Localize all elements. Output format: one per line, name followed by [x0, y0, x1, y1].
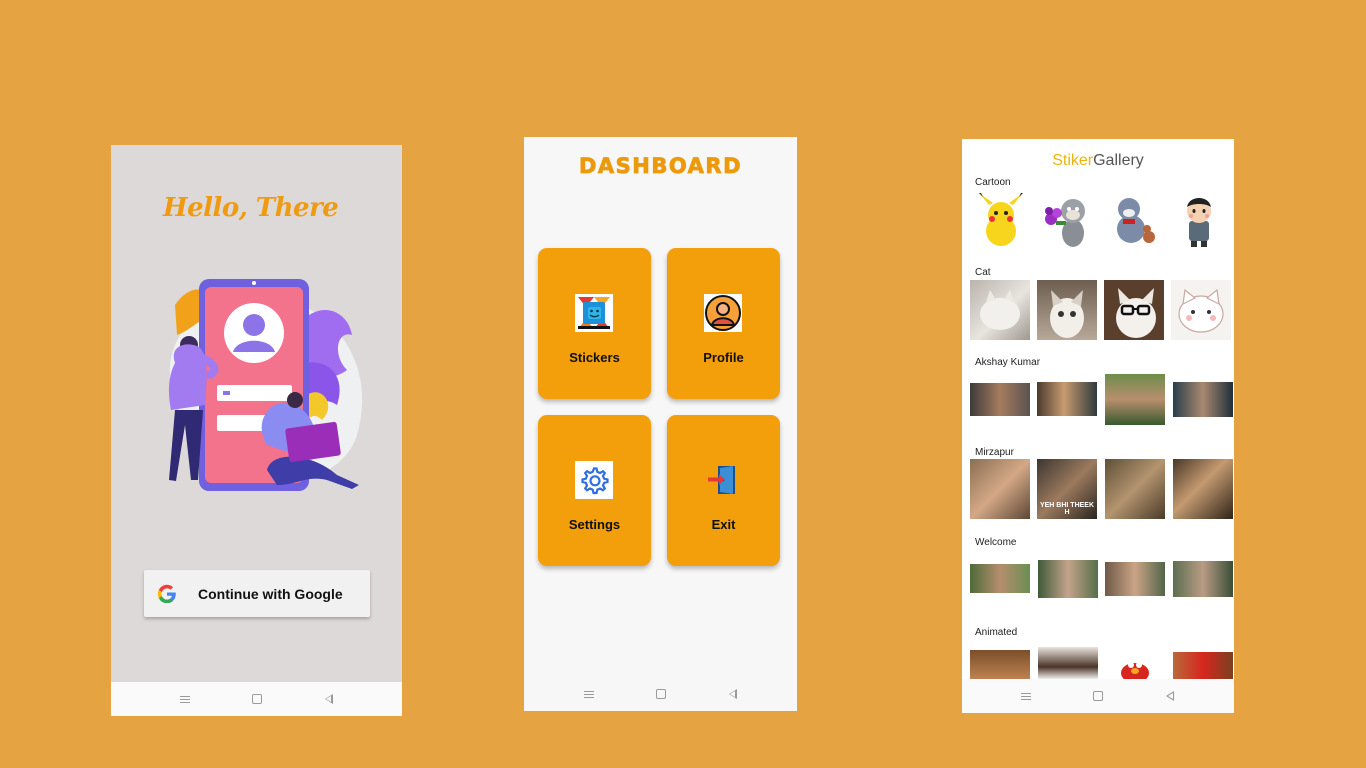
sticker-thumbnail[interactable] — [1038, 560, 1098, 598]
sticker-thumbnail[interactable] — [970, 564, 1030, 593]
cat-with-glasses-image — [1116, 288, 1156, 338]
profile-icon — [704, 294, 742, 332]
recent-apps-button[interactable] — [582, 687, 596, 701]
sticker-caption: YEH BHI THEEK H — [1039, 502, 1095, 516]
category-label-cat: Cat — [975, 267, 991, 278]
sticker-gallery-screen: StikerGallery Cartoon Cat Akshay Kumar M… — [962, 139, 1234, 713]
back-button[interactable] — [1163, 689, 1177, 703]
continue-with-google-label: Continue with Google — [198, 585, 343, 602]
sticker-thumbnail[interactable] — [1173, 561, 1233, 597]
sticker-thumbnail[interactable] — [1171, 280, 1231, 340]
exit-tile-button[interactable]: Exit — [667, 415, 780, 566]
triangle-back-icon — [324, 694, 333, 704]
category-label-welcome: Welcome — [975, 537, 1017, 548]
menu-lines-icon — [583, 690, 594, 698]
sticker-thumbnail[interactable] — [1105, 374, 1165, 425]
sticker-thumbnail[interactable] — [1037, 382, 1097, 416]
menu-lines-icon — [179, 695, 190, 703]
settings-tile-button[interactable]: Settings — [538, 415, 651, 566]
home-button[interactable] — [1091, 689, 1105, 703]
sticker-thumbnail[interactable] — [1105, 562, 1165, 596]
sticker-thumbnail[interactable]: YEH BHI THEEK H — [1037, 459, 1097, 519]
sticker-thumbnail[interactable] — [970, 459, 1030, 519]
sticker-icon — [575, 294, 613, 332]
sticker-thumbnail[interactable] — [1173, 459, 1233, 519]
system-nav-bar — [111, 682, 402, 716]
square-home-icon — [251, 694, 262, 704]
google-g-icon — [157, 584, 176, 603]
sticker-thumbnail[interactable] — [1038, 647, 1098, 680]
triangle-back-icon — [728, 689, 737, 699]
dashboard-screen: DASHBOARD Stickers Profile Settings Exit — [524, 137, 797, 711]
sticker-thumbnail[interactable] — [1105, 459, 1165, 519]
sticker-thumbnail[interactable] — [1037, 280, 1097, 340]
gallery-title-accent: Stiker — [1052, 152, 1094, 169]
settings-gear-icon — [575, 461, 613, 499]
home-button[interactable] — [654, 687, 668, 701]
login-illustration — [168, 279, 363, 491]
back-button[interactable] — [726, 687, 740, 701]
sticker-thumbnail[interactable] — [1103, 191, 1163, 251]
sticker-thumbnail[interactable] — [1173, 652, 1233, 680]
home-button[interactable] — [250, 692, 264, 706]
exit-label: Exit — [711, 517, 736, 532]
stickers-label: Stickers — [569, 350, 620, 365]
surprised-cat-image — [1050, 290, 1084, 338]
square-home-icon — [1093, 691, 1103, 701]
sticker-thumbnail[interactable] — [970, 650, 1030, 680]
menu-lines-icon — [1021, 692, 1031, 700]
sticker-thumbnail[interactable] — [1173, 382, 1233, 417]
sticker-thumbnail[interactable] — [1037, 191, 1097, 251]
white-cat-image — [980, 290, 1020, 330]
sticker-thumbnail[interactable] — [1169, 191, 1229, 251]
profile-label: Profile — [703, 350, 744, 365]
sticker-thumbnail[interactable] — [970, 383, 1030, 416]
recent-apps-button[interactable] — [178, 692, 192, 706]
sticker-thumbnail[interactable] — [971, 191, 1031, 251]
category-label-cartoon: Cartoon — [975, 177, 1011, 188]
login-screen: Hello, There Continue with Google — [111, 145, 402, 716]
recent-apps-button[interactable] — [1019, 689, 1033, 703]
gallery-title-rest: Gallery — [1093, 152, 1144, 169]
category-label-akshay-kumar: Akshay Kumar — [975, 357, 1041, 368]
profile-tile-button[interactable]: Profile — [667, 248, 780, 399]
category-label-animated: Animated — [975, 627, 1018, 638]
gallery-title: StikerGallery — [962, 152, 1234, 170]
sticker-thumbnail[interactable] — [970, 280, 1030, 340]
greeting-heading: Hello, There — [163, 193, 339, 223]
triangle-back-icon — [1166, 691, 1174, 701]
system-nav-bar — [962, 679, 1234, 713]
category-label-mirzapur: Mirzapur — [975, 447, 1014, 458]
exit-door-icon — [704, 461, 742, 499]
stickers-tile-button[interactable]: Stickers — [538, 248, 651, 399]
continue-with-google-button[interactable]: Continue with Google — [144, 570, 370, 617]
cartoon-cat-sticker — [1178, 288, 1224, 333]
back-button[interactable] — [322, 692, 336, 706]
system-nav-bar — [524, 677, 797, 711]
sticker-thumbnail[interactable] — [1104, 280, 1164, 340]
sticker-thumbnail[interactable] — [1105, 657, 1165, 680]
dashboard-title: DASHBOARD — [578, 154, 743, 179]
square-home-icon — [655, 689, 666, 699]
settings-label: Settings — [568, 517, 621, 532]
